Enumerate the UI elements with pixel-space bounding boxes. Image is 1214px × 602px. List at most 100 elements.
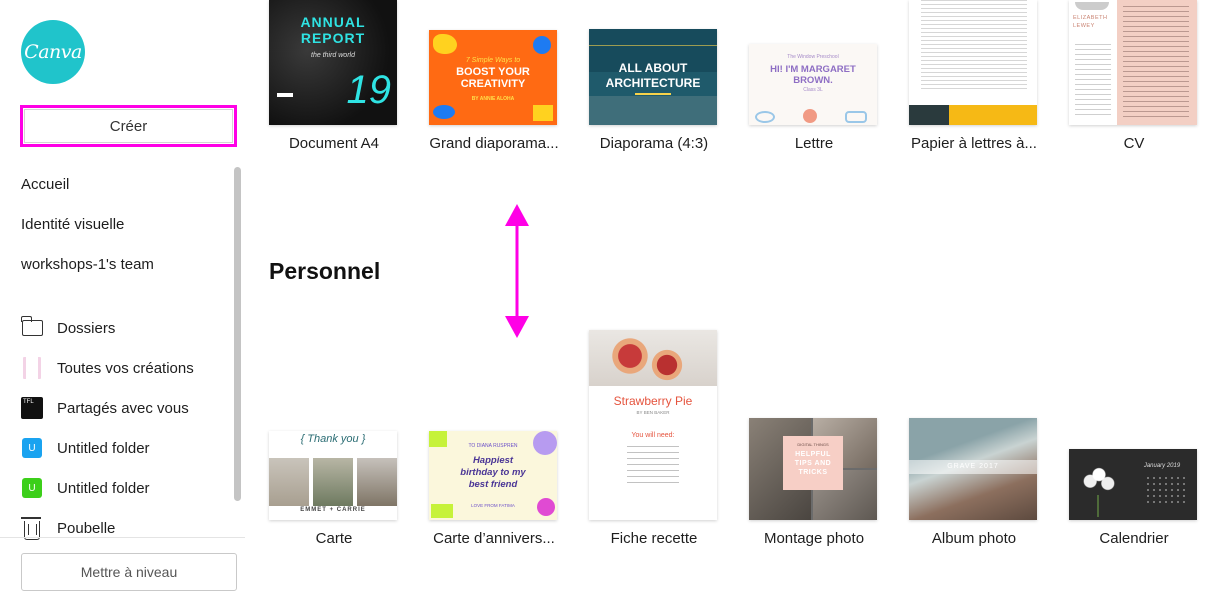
- template-card-presentation-wide[interactable]: 7 Simple Ways to BOOST YOUR CREATIVITY B…: [429, 0, 559, 160]
- thumb-title: { Thank you }: [300, 433, 366, 445]
- sidebar-item-label: Untitled folder: [57, 439, 150, 457]
- sidebar-item-label: workshops-1's team: [21, 255, 154, 273]
- thumb-pie: [649, 348, 685, 382]
- template-card-resume[interactable]: ELIZABETH LEWEY CV: [1069, 0, 1199, 160]
- create-button[interactable]: Créer: [20, 105, 237, 147]
- template-card-birthday[interactable]: TO DIANA RUSPREN Happiest birthday to my…: [429, 330, 559, 560]
- template-thumbnail: ELIZABETH LEWEY: [1069, 0, 1197, 125]
- template-thumbnail: GRAVE 2017: [909, 418, 1037, 520]
- template-card-photo-collage[interactable]: DIGITAL THINGS HELPFUL TIPS AND TRICKS M…: [749, 330, 879, 560]
- template-thumbnail: DIGITAL THINGS HELPFUL TIPS AND TRICKS: [749, 418, 877, 520]
- sidebar-item-label: Untitled folder: [57, 479, 150, 497]
- thumb-text-lines: [1075, 44, 1111, 116]
- template-label: Carte d’annivers...: [433, 530, 555, 547]
- thumb-subtitle: DIGITAL THINGS: [797, 442, 829, 447]
- thumb-text-lines: [921, 0, 1027, 92]
- thumb-author: BY ANNIE ALOHA: [471, 96, 515, 102]
- thumb-title: REPORT: [300, 30, 366, 46]
- thumb-shape: [803, 109, 817, 123]
- thumb-subtitle: You will need:: [631, 432, 675, 439]
- sidebar-item-brand-kit[interactable]: Identité visuelle: [0, 204, 230, 244]
- thumb-text-lines: [1123, 6, 1189, 118]
- sidebar-item-team[interactable]: workshops-1's team: [0, 244, 230, 284]
- thumb-text-lines: [627, 446, 679, 486]
- scroll-thumb[interactable]: [234, 167, 241, 501]
- thumb-flowers: [1077, 457, 1121, 501]
- template-card-calendar[interactable]: January 2019 Calendrier: [1069, 330, 1199, 560]
- template-card-recipe[interactable]: Strawberry Pie BY BEN BAKER You will nee…: [589, 330, 719, 560]
- template-card-card[interactable]: { Thank you } EMMET + CARRIE Carte: [269, 330, 399, 560]
- template-thumbnail: ANNUAL REPORT the third world 19: [269, 0, 397, 125]
- sidebar-item-shared[interactable]: TFL Partagés avec vous: [0, 388, 230, 428]
- template-label: Fiche recette: [610, 530, 698, 547]
- sidebar-item-label: Poubelle: [57, 519, 116, 537]
- thumb-author: BY BEN BAKER: [636, 410, 670, 415]
- sidebar: Canva Créer Accueil Identité visuelle wo…: [0, 0, 245, 602]
- template-thumbnail: 7 Simple Ways to BOOST YOUR CREATIVITY B…: [429, 30, 557, 125]
- template-thumbnail: ALL ABOUT ARCHITECTURE: [589, 29, 717, 125]
- thumb-shape: [755, 111, 775, 123]
- canva-logo[interactable]: Canva: [21, 20, 85, 84]
- thumb-calendar-grid: [1145, 475, 1185, 505]
- thumb-subtitle: LOVE FROM FATIMA: [471, 503, 515, 508]
- thumb-footer: [909, 105, 949, 125]
- sidebar-item-label: Accueil: [21, 175, 70, 193]
- thumb-photo: [269, 458, 309, 506]
- all-designs-icon: [21, 357, 43, 379]
- thumb-title: GRAVE 2017: [947, 463, 999, 470]
- thumb-line: [589, 45, 717, 46]
- thumb-box: DIGITAL THINGS HELPFUL TIPS AND TRICKS: [783, 436, 843, 490]
- sidebar-item-label: Identité visuelle: [21, 215, 125, 233]
- thumb-title: Strawberry Pie: [613, 394, 693, 408]
- template-label: Diaporama (4:3): [599, 135, 709, 152]
- thumb-line: [635, 93, 671, 95]
- thumb-stem: [1097, 495, 1099, 517]
- template-card-photo-album[interactable]: GRAVE 2017 Album photo: [909, 330, 1039, 560]
- thumb-title: Happiest birthday to my best friend: [460, 455, 526, 490]
- sidebar-item-label: Dossiers: [57, 319, 116, 337]
- trash-icon: [21, 516, 43, 540]
- sidebar-item-folders[interactable]: Dossiers: [0, 308, 230, 348]
- template-card-presentation-43[interactable]: ALL ABOUT ARCHITECTURE Diaporama (4:3): [589, 0, 719, 160]
- template-label: Papier à lettres à...: [911, 135, 1037, 152]
- sidebar-item-untitled-folder-2[interactable]: U Untitled folder: [0, 468, 230, 508]
- template-thumbnail: The Window Preschool HI! I'M MARGARET BR…: [749, 44, 877, 125]
- sidebar-scrollbar[interactable]: [232, 165, 242, 538]
- thumb-names: EMMET + CARRIE: [300, 507, 366, 513]
- thumb-subtitle: 7 Simple Ways to: [465, 57, 521, 64]
- thumb-title: ELIZABETH LEWEY: [1073, 15, 1108, 29]
- thumb-number: 19: [346, 68, 392, 112]
- sidebar-item-untitled-folder-1[interactable]: U Untitled folder: [0, 428, 230, 468]
- template-thumbnail: Strawberry Pie BY BEN BAKER You will nee…: [589, 330, 717, 520]
- sidebar-item-label: Partagés avec vous: [57, 399, 189, 417]
- template-thumbnail: { Thank you } EMMET + CARRIE: [269, 431, 397, 520]
- thumb-title: HELPFUL TIPS AND TRICKS: [794, 451, 832, 476]
- template-card-letter[interactable]: The Window Preschool HI! I'M MARGARET BR…: [749, 0, 879, 160]
- folder-u-blue-icon: U: [21, 437, 43, 459]
- template-thumbnail: January 2019: [1069, 449, 1197, 520]
- template-label: Album photo: [931, 530, 1017, 547]
- sidebar-item-all-designs[interactable]: Toutes vos créations: [0, 348, 230, 388]
- thumb-title: ANNUAL: [300, 14, 366, 30]
- folder-icon: [20, 316, 43, 339]
- sidebar-item-trash[interactable]: Poubelle: [0, 508, 230, 548]
- upgrade-button[interactable]: Mettre à niveau: [21, 553, 237, 591]
- template-card-a4[interactable]: ANNUAL REPORT the third world 19 Documen…: [269, 0, 399, 160]
- sidebar-item-label: Toutes vos créations: [57, 359, 194, 377]
- thumb-shape: [433, 105, 455, 119]
- sidebar-item-home[interactable]: Accueil: [0, 164, 230, 204]
- thumb-title: HI! I'M MARGARET BROWN.: [770, 64, 856, 86]
- template-label: Lettre: [794, 135, 834, 152]
- main-content: ANNUAL REPORT the third world 19 Documen…: [245, 0, 1214, 602]
- template-card-letterhead[interactable]: Papier à lettres à...: [909, 0, 1039, 160]
- thumb-title: ALL ABOUT ARCHITECTURE: [605, 61, 701, 90]
- template-thumbnail: TO DIANA RUSPREN Happiest birthday to my…: [429, 431, 557, 520]
- thumb-photo: [1075, 2, 1109, 10]
- template-label: Grand diaporama...: [429, 135, 559, 152]
- thumb-subtitle: The Window Preschool: [787, 54, 839, 60]
- thumb-subtitle: TO DIANA RUSPREN: [468, 443, 518, 449]
- shared-icon: TFL: [21, 397, 43, 419]
- section-title-personal: Personnel: [269, 258, 381, 284]
- double-arrow-icon: [505, 204, 529, 338]
